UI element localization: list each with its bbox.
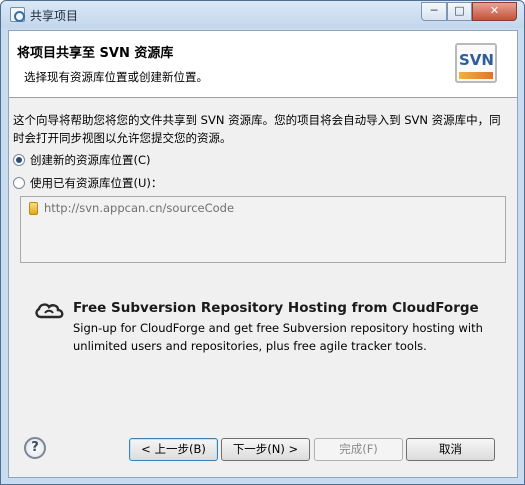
dialog-content: 将项目共享至 SVN 资源库 选择现有资源库位置或创建新位置。 SVN 这个向导…	[8, 30, 518, 478]
minimize-button[interactable]: ─	[421, 2, 447, 21]
use-existing-radio-label[interactable]: 使用已有资源库位置(U)：	[30, 175, 162, 191]
close-button[interactable]: ✕	[472, 2, 517, 21]
create-radio-label[interactable]: 创建新的资源库位置(C)	[30, 152, 151, 168]
repository-url: http://svn.appcan.cn/sourceCode	[44, 201, 235, 215]
repository-icon	[29, 201, 38, 215]
page-title: 将项目共享至 SVN 资源库	[17, 46, 174, 61]
page-subtitle: 选择现有资源库位置或创建新位置。	[24, 70, 208, 84]
cloudforge-promo-description: Sign-up for CloudForge and get free Subv…	[73, 321, 483, 353]
repository-list: http://svn.appcan.cn/sourceCode	[20, 196, 506, 263]
svn-logo-text: SVN	[459, 51, 494, 69]
next-button[interactable]: 下一步(N) >	[221, 438, 310, 461]
create-repository-option[interactable]: 创建新的资源库位置(C)	[13, 152, 151, 168]
dialog-window: 共享项目 ─ □ ✕ 将项目共享至 SVN 资源库 选择现有资源库位置或创建新位…	[0, 0, 525, 485]
repository-list-item: http://svn.appcan.cn/sourceCode	[23, 199, 503, 217]
svn-logo-bar	[459, 72, 493, 79]
help-button[interactable]: ?	[24, 437, 46, 459]
cloudforge-promo-title[interactable]: Free Subversion Repository Hosting from …	[73, 300, 479, 316]
window-title: 共享项目	[30, 9, 79, 23]
back-button[interactable]: < 上一步(B)	[129, 438, 218, 461]
maximize-button[interactable]: □	[447, 2, 472, 21]
use-existing-repository-option[interactable]: 使用已有资源库位置(U)：	[13, 175, 162, 191]
cloudforge-logo-icon	[35, 303, 64, 319]
wizard-description: 这个向导将帮助您将您的文件共享到 SVN 资源库。您的项目将会自动导入到 SVN…	[13, 113, 501, 145]
create-radio-button[interactable]	[13, 154, 25, 166]
wizard-header: 将项目共享至 SVN 资源库 选择现有资源库位置或创建新位置。 SVN	[9, 31, 517, 98]
eclipse-app-icon	[10, 7, 25, 22]
finish-button[interactable]: 完成(F)	[314, 438, 403, 461]
use-existing-radio-button[interactable]	[13, 177, 25, 189]
svn-logo-icon: SVN	[455, 43, 497, 83]
title-bar[interactable]: 共享项目 ─ □ ✕	[1, 1, 524, 28]
cancel-button[interactable]: 取消	[406, 438, 495, 461]
